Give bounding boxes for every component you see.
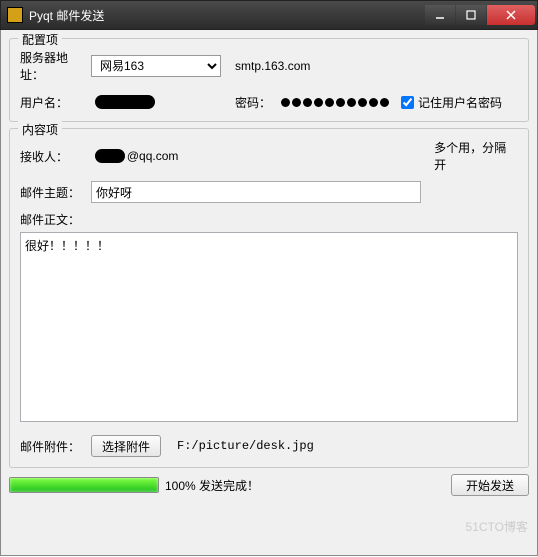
progress-fill	[10, 478, 158, 492]
body-label: 邮件正文：	[20, 211, 85, 228]
user-label: 用户名：	[20, 94, 85, 111]
progress-text: 100% 发送完成！	[165, 477, 259, 494]
config-group: 配置项 服务器地址： 网易163 smtp.163.com 用户名： 密码： 记…	[9, 38, 529, 122]
username-input[interactable]	[91, 95, 221, 109]
send-button[interactable]: 开始发送	[451, 474, 529, 496]
attachment-path: F:/picture/desk.jpg	[177, 439, 314, 453]
config-group-title: 配置项	[18, 31, 62, 48]
smtp-text: smtp.163.com	[227, 59, 310, 73]
minimize-button[interactable]	[425, 5, 455, 25]
recipient-input[interactable]: @qq.com	[91, 149, 420, 163]
progress-bar	[9, 477, 159, 493]
attachment-label: 邮件附件：	[20, 438, 85, 455]
server-label: 服务器地址：	[20, 49, 85, 83]
client-area: 配置项 服务器地址： 网易163 smtp.163.com 用户名： 密码： 记…	[0, 30, 538, 556]
recipient-hint: 多个用，分隔开	[426, 139, 518, 173]
window-title: Pyqt 邮件发送	[29, 7, 424, 24]
choose-attachment-button[interactable]: 选择附件	[91, 435, 161, 457]
close-button[interactable]	[487, 5, 535, 25]
body-textarea[interactable]	[20, 232, 518, 422]
password-input[interactable]	[281, 91, 389, 113]
title-bar: Pyqt 邮件发送	[0, 0, 538, 30]
subject-input[interactable]	[91, 181, 421, 203]
remember-checkbox-group[interactable]: 记住用户名密码	[401, 94, 502, 111]
redacted-recipient	[95, 149, 125, 163]
content-group-title: 内容项	[18, 121, 62, 138]
app-icon	[7, 7, 23, 23]
maximize-button[interactable]	[456, 5, 486, 25]
subject-label: 邮件主题：	[20, 184, 85, 201]
bottom-bar: 100% 发送完成！ 开始发送	[9, 474, 529, 496]
recipient-label: 接收人：	[20, 148, 85, 165]
remember-checkbox[interactable]	[401, 96, 414, 109]
server-select[interactable]: 网易163	[91, 55, 221, 77]
redacted-username	[95, 95, 155, 109]
window-controls	[424, 5, 535, 25]
remember-label: 记住用户名密码	[418, 94, 502, 111]
content-group: 内容项 接收人： @qq.com 多个用，分隔开 邮件主题： 邮件正文： 邮件附…	[9, 128, 529, 468]
password-label: 密码：	[235, 94, 271, 111]
